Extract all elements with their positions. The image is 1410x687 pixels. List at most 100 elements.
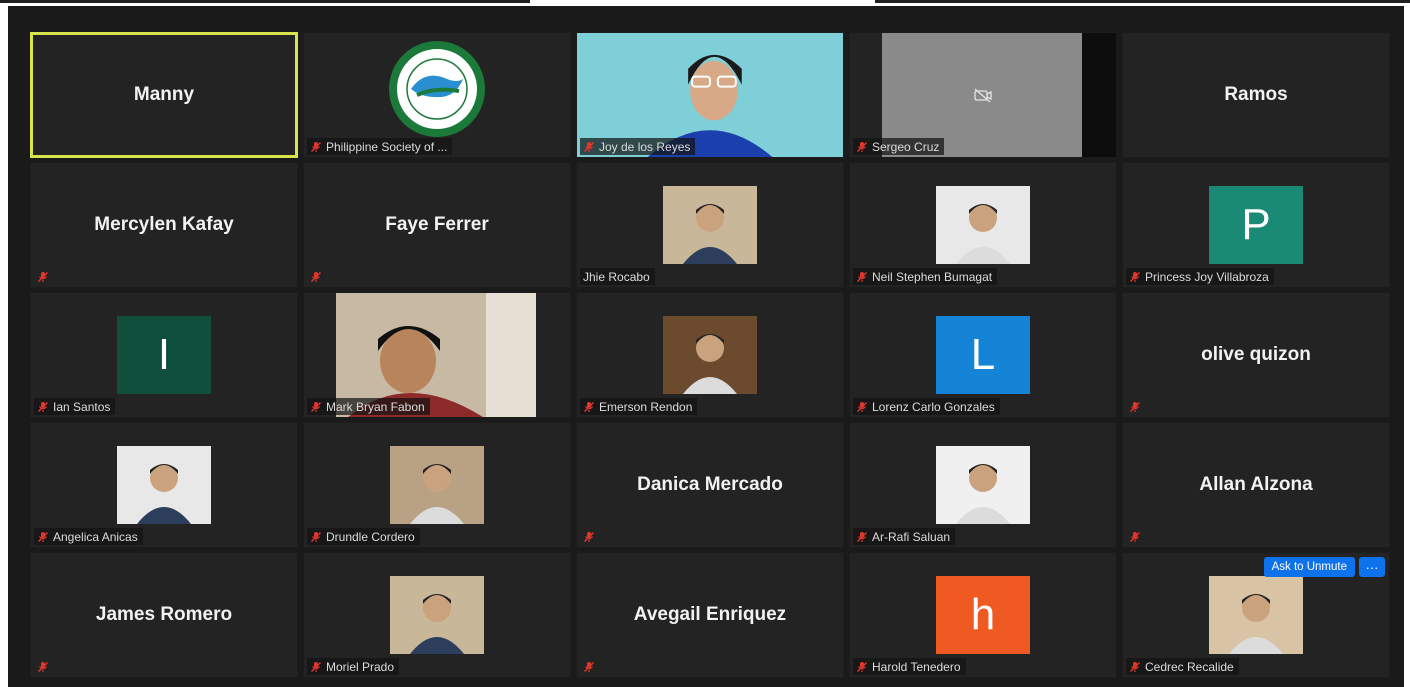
participant-name-label: Moriel Prado bbox=[307, 658, 400, 675]
muted-mic-icon bbox=[857, 661, 867, 672]
participant-tile[interactable]: Faye Ferrer bbox=[303, 162, 571, 288]
participant-tile[interactable]: Drundle Cordero bbox=[303, 422, 571, 548]
muted-mic-icon bbox=[38, 661, 48, 672]
participant-tile[interactable]: James Romero bbox=[30, 552, 298, 678]
participant-name-label: Joy de los Reyes bbox=[580, 138, 696, 155]
participant-tile[interactable]: Allan Alzona bbox=[1122, 422, 1390, 548]
participant-name-label: Ar-Rafi Saluan bbox=[853, 528, 956, 545]
participant-name: Ar-Rafi Saluan bbox=[872, 529, 951, 544]
participant-tile[interactable]: Angelica Anicas bbox=[30, 422, 298, 548]
participant-name-label: Angelica Anicas bbox=[34, 528, 143, 545]
participant-name: Cedrec Recalide bbox=[1145, 659, 1234, 674]
gallery-view-grid: Manny Philippine Society of ... Joy de los… bbox=[30, 32, 1390, 678]
participant-photo bbox=[663, 316, 757, 394]
camera-off-icon bbox=[974, 88, 992, 103]
participant-name-large: Avegail Enriquez bbox=[633, 604, 787, 625]
muted-mic-icon bbox=[38, 531, 48, 542]
muted-mic-icon bbox=[38, 401, 48, 412]
muted-mic-icon bbox=[1130, 661, 1140, 672]
ask-to-unmute-button[interactable]: Ask to Unmute bbox=[1263, 557, 1355, 577]
participant-tile[interactable]: Avegail Enriquez bbox=[576, 552, 844, 678]
participant-tile[interactable]: Ar-Rafi Saluan bbox=[849, 422, 1117, 548]
participant-name-label: Cedrec Recalide bbox=[1126, 658, 1239, 675]
participant-tile[interactable]: L Lorenz Carlo Gonzales bbox=[849, 292, 1117, 418]
participant-name-label: Emerson Rendon bbox=[580, 398, 698, 415]
participant-tile[interactable]: h Harold Tenedero bbox=[849, 552, 1117, 678]
participant-avatar: I bbox=[117, 316, 211, 394]
muted-mic-icon bbox=[1130, 271, 1140, 282]
muted-mic-icon bbox=[311, 661, 321, 672]
participant-name: Mark Bryan Fabon bbox=[326, 399, 425, 414]
participant-name: Sergeo Cruz bbox=[872, 139, 940, 154]
muted-mic-icon bbox=[857, 141, 867, 152]
participant-tile[interactable]: Joy de los Reyes bbox=[576, 32, 844, 158]
participant-name-label: Sergeo Cruz bbox=[853, 138, 945, 155]
more-options-button[interactable]: ··· bbox=[1359, 557, 1385, 577]
muted-mic-icon bbox=[857, 271, 867, 282]
participant-name-label bbox=[580, 528, 600, 545]
participant-name-label bbox=[34, 268, 54, 285]
muted-mic-icon bbox=[38, 271, 48, 282]
participant-name-label: Ian Santos bbox=[34, 398, 116, 415]
participant-name-label bbox=[307, 268, 327, 285]
participant-tile[interactable]: Emerson Rendon bbox=[576, 292, 844, 418]
participant-name-label: Mark Bryan Fabon bbox=[307, 398, 430, 415]
top-strip-segment bbox=[875, 0, 1410, 3]
muted-mic-icon bbox=[584, 401, 594, 412]
participant-photo bbox=[663, 186, 757, 264]
participant-tile[interactable]: Sergeo Cruz bbox=[849, 32, 1117, 158]
participant-name-large: Danica Mercado bbox=[637, 474, 783, 495]
participant-tile[interactable]: Danica Mercado bbox=[576, 422, 844, 548]
participant-name-label bbox=[1126, 528, 1146, 545]
participant-name-label bbox=[34, 658, 54, 675]
participant-name-label bbox=[580, 658, 600, 675]
participant-photo bbox=[390, 446, 484, 524]
participant-name-large: Faye Ferrer bbox=[385, 214, 489, 235]
participant-name-large: olive quizon bbox=[1201, 344, 1311, 365]
participant-tile[interactable]: I Ian Santos bbox=[30, 292, 298, 418]
participant-tile[interactable]: Manny bbox=[30, 32, 298, 158]
participant-tile[interactable]: Neil Stephen Bumagat bbox=[849, 162, 1117, 288]
muted-mic-icon bbox=[1130, 401, 1140, 412]
participant-name-large: Manny bbox=[133, 84, 195, 105]
participant-name-large: Mercylen Kafay bbox=[94, 214, 234, 235]
participant-tile[interactable]: Cedrec Recalide Ask to Unmute ··· bbox=[1122, 552, 1390, 678]
participant-avatar: P bbox=[1209, 186, 1303, 264]
participant-tile[interactable]: Mark Bryan Fabon bbox=[303, 292, 571, 418]
video-letterbox bbox=[1082, 33, 1116, 157]
participant-name: Neil Stephen Bumagat bbox=[872, 269, 993, 284]
participant-name-label: Drundle Cordero bbox=[307, 528, 420, 545]
muted-mic-icon bbox=[311, 141, 321, 152]
participant-name-label: Princess Joy Villabroza bbox=[1126, 268, 1274, 285]
muted-mic-icon bbox=[584, 661, 594, 672]
participant-name: Angelica Anicas bbox=[53, 529, 138, 544]
participant-name-label: Lorenz Carlo Gonzales bbox=[853, 398, 1000, 415]
participant-tile[interactable]: olive quizon bbox=[1122, 292, 1390, 418]
participant-name: Moriel Prado bbox=[326, 659, 395, 674]
organization-logo-icon bbox=[389, 41, 485, 137]
participant-name: Jhie Rocabo bbox=[583, 269, 650, 284]
muted-mic-icon bbox=[311, 531, 321, 542]
participant-name: Joy de los Reyes bbox=[599, 139, 691, 154]
muted-mic-icon bbox=[857, 401, 867, 412]
participant-name-label bbox=[1126, 398, 1146, 415]
muted-mic-icon bbox=[584, 531, 594, 542]
muted-mic-icon bbox=[584, 141, 594, 152]
participant-name-large: Ramos bbox=[1224, 84, 1288, 105]
participant-name-label: Philippine Society of ... bbox=[307, 138, 453, 155]
participant-avatar: L bbox=[936, 316, 1030, 394]
muted-mic-icon bbox=[1130, 531, 1140, 542]
participant-tile[interactable]: Mercylen Kafay bbox=[30, 162, 298, 288]
participant-tile[interactable]: P Princess Joy Villabroza bbox=[1122, 162, 1390, 288]
participant-name: Ian Santos bbox=[53, 399, 111, 414]
participant-tile[interactable]: Jhie Rocabo bbox=[576, 162, 844, 288]
participant-tile[interactable]: Moriel Prado bbox=[303, 552, 571, 678]
participant-name: Harold Tenedero bbox=[872, 659, 961, 674]
participant-photo bbox=[390, 576, 484, 654]
participant-name-large: James Romero bbox=[95, 604, 233, 625]
participant-name-label: Neil Stephen Bumagat bbox=[853, 268, 998, 285]
participant-name-label: Harold Tenedero bbox=[853, 658, 966, 675]
participant-tile[interactable]: Ramos bbox=[1122, 32, 1390, 158]
participant-tile[interactable]: Philippine Society of ... bbox=[303, 32, 571, 158]
participant-photo bbox=[117, 446, 211, 524]
